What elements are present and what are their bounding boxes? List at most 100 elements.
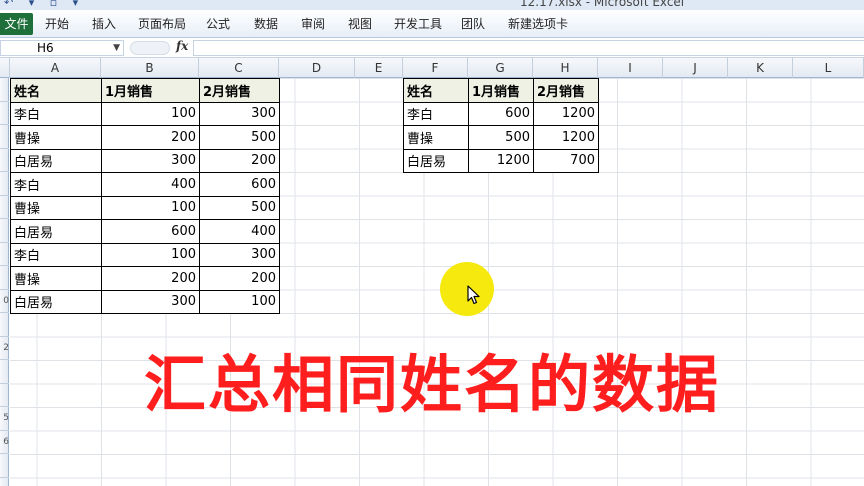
column-header-l[interactable]: L bbox=[793, 58, 864, 78]
cell-jan[interactable]: 600 bbox=[468, 101, 534, 126]
row-header[interactable]: 0 bbox=[0, 290, 9, 313]
formula-bar: H6 ▼ fx bbox=[0, 38, 864, 58]
cell-name[interactable]: 李白 bbox=[10, 172, 102, 197]
column-header-b[interactable]: B bbox=[101, 58, 199, 78]
header-name[interactable]: 姓名 bbox=[10, 78, 102, 103]
column-header-c[interactable]: C bbox=[199, 58, 279, 78]
cell-feb[interactable]: 200 bbox=[199, 266, 280, 291]
tab-new-tab[interactable]: 新建选项卡 bbox=[508, 10, 568, 38]
select-all-corner[interactable] bbox=[0, 58, 10, 78]
table-row: 白居易 300 100 bbox=[10, 289, 280, 314]
formula-input[interactable] bbox=[193, 40, 864, 56]
cell-feb[interactable]: 700 bbox=[533, 148, 599, 173]
quick-access-toolbar[interactable]: ↶ ▾ ▫ ▾ bbox=[4, 0, 84, 9]
cell-jan[interactable]: 100 bbox=[101, 242, 200, 267]
table-row: 曹操 500 1200 bbox=[403, 125, 599, 150]
header-feb-sales[interactable]: 2月销售 bbox=[199, 78, 280, 103]
row-header[interactable] bbox=[0, 149, 9, 172]
header-jan-sales[interactable]: 1月销售 bbox=[101, 78, 200, 103]
table-row: 白居易 300 200 bbox=[10, 148, 280, 173]
cell-reference: H6 bbox=[37, 41, 54, 55]
table-row: 李白 600 1200 bbox=[403, 101, 599, 126]
cell-name[interactable]: 白居易 bbox=[403, 148, 469, 173]
header-name[interactable]: 姓名 bbox=[403, 78, 469, 103]
cell-jan[interactable]: 600 bbox=[101, 219, 200, 244]
cell-name[interactable]: 白居易 bbox=[10, 148, 102, 173]
cell-jan[interactable]: 300 bbox=[101, 289, 200, 314]
cell-jan[interactable]: 100 bbox=[101, 101, 200, 126]
column-header-f[interactable]: F bbox=[403, 58, 468, 78]
tab-page-layout[interactable]: 页面布局 bbox=[138, 10, 186, 38]
row-header[interactable] bbox=[0, 313, 9, 337]
row-header[interactable] bbox=[0, 196, 9, 219]
row-header[interactable] bbox=[0, 219, 9, 243]
row-header[interactable] bbox=[0, 172, 9, 196]
tab-insert[interactable]: 插入 bbox=[92, 10, 116, 38]
file-tab[interactable]: 文件 bbox=[0, 13, 33, 35]
video-caption: 汇总相同姓名的数据 bbox=[143, 348, 720, 421]
header-jan-sales[interactable]: 1月销售 bbox=[468, 78, 534, 103]
column-header-a[interactable]: A bbox=[10, 58, 101, 78]
tab-review[interactable]: 审阅 bbox=[301, 10, 325, 38]
cell-jan[interactable]: 1200 bbox=[468, 148, 534, 173]
cell-feb[interactable]: 1200 bbox=[533, 125, 599, 150]
cell-jan[interactable]: 500 bbox=[468, 125, 534, 150]
cell-name[interactable]: 曹操 bbox=[10, 195, 102, 220]
column-header-k[interactable]: K bbox=[728, 58, 793, 78]
tab-view[interactable]: 视图 bbox=[348, 10, 372, 38]
tab-formulas[interactable]: 公式 bbox=[206, 10, 230, 38]
column-header-e[interactable]: E bbox=[355, 58, 403, 78]
table-row: 白居易 1200 700 bbox=[403, 148, 599, 173]
cell-feb[interactable]: 300 bbox=[199, 242, 280, 267]
cell-jan[interactable]: 100 bbox=[101, 195, 200, 220]
cell-name[interactable]: 曹操 bbox=[403, 125, 469, 150]
row-header[interactable] bbox=[0, 125, 9, 149]
column-header-j[interactable]: J bbox=[663, 58, 728, 78]
row-header[interactable] bbox=[0, 243, 9, 266]
column-header-i[interactable]: I bbox=[598, 58, 663, 78]
row-header[interactable]: 6 bbox=[0, 431, 9, 454]
window-title: 12.17.xlsx - Microsoft Excel bbox=[520, 0, 685, 9]
cell-jan[interactable]: 200 bbox=[101, 125, 200, 150]
table-row: 李白 400 600 bbox=[10, 172, 280, 197]
cell-jan[interactable]: 300 bbox=[101, 148, 200, 173]
cell-feb[interactable]: 300 bbox=[199, 101, 280, 126]
chevron-down-icon[interactable]: ▼ bbox=[113, 41, 120, 55]
row-header[interactable] bbox=[0, 102, 9, 125]
tab-home[interactable]: 开始 bbox=[45, 10, 69, 38]
ribbon-tabs: 文件 开始 插入 页面布局 公式 数据 审阅 视图 开发工具 团队 新建选项卡 bbox=[0, 10, 864, 38]
name-box[interactable]: H6 ▼ bbox=[0, 40, 124, 56]
cell-jan[interactable]: 200 bbox=[101, 266, 200, 291]
cell-feb[interactable]: 400 bbox=[199, 219, 280, 244]
cell-name[interactable]: 白居易 bbox=[10, 289, 102, 314]
summary-table: 姓名 1月销售 2月销售 李白 600 1200 曹操 500 1200 白居易… bbox=[403, 78, 599, 173]
tab-developer[interactable]: 开发工具 bbox=[394, 10, 442, 38]
cell-feb[interactable]: 100 bbox=[199, 289, 280, 314]
header-feb-sales[interactable]: 2月销售 bbox=[533, 78, 599, 103]
column-header-g[interactable]: G bbox=[468, 58, 533, 78]
table-row: 白居易 600 400 bbox=[10, 219, 280, 244]
cell-name[interactable]: 李白 bbox=[10, 101, 102, 126]
cell-name[interactable]: 曹操 bbox=[10, 125, 102, 150]
cell-feb[interactable]: 1200 bbox=[533, 101, 599, 126]
row-header[interactable] bbox=[0, 266, 9, 290]
tab-data[interactable]: 数据 bbox=[254, 10, 278, 38]
cell-name[interactable]: 曹操 bbox=[10, 266, 102, 291]
insert-function-icon[interactable]: fx bbox=[176, 39, 188, 53]
column-header-d[interactable]: D bbox=[279, 58, 355, 78]
title-bar: ↶ ▾ ▫ ▾ 12.17.xlsx - Microsoft Excel bbox=[0, 0, 864, 10]
cell-name[interactable]: 李白 bbox=[10, 242, 102, 267]
cell-name[interactable]: 李白 bbox=[403, 101, 469, 126]
tab-team[interactable]: 团队 bbox=[461, 10, 485, 38]
table-row: 曹操 200 200 bbox=[10, 266, 280, 291]
cell-feb[interactable]: 200 bbox=[199, 148, 280, 173]
cell-name[interactable]: 白居易 bbox=[10, 219, 102, 244]
cell-jan[interactable]: 400 bbox=[101, 172, 200, 197]
cell-feb[interactable]: 600 bbox=[199, 172, 280, 197]
cell-feb[interactable]: 500 bbox=[199, 125, 280, 150]
table-row: 曹操 100 500 bbox=[10, 195, 280, 220]
column-header-h[interactable]: H bbox=[533, 58, 598, 78]
row-header[interactable] bbox=[0, 78, 9, 102]
row-header[interactable] bbox=[0, 454, 9, 478]
cell-feb[interactable]: 500 bbox=[199, 195, 280, 220]
